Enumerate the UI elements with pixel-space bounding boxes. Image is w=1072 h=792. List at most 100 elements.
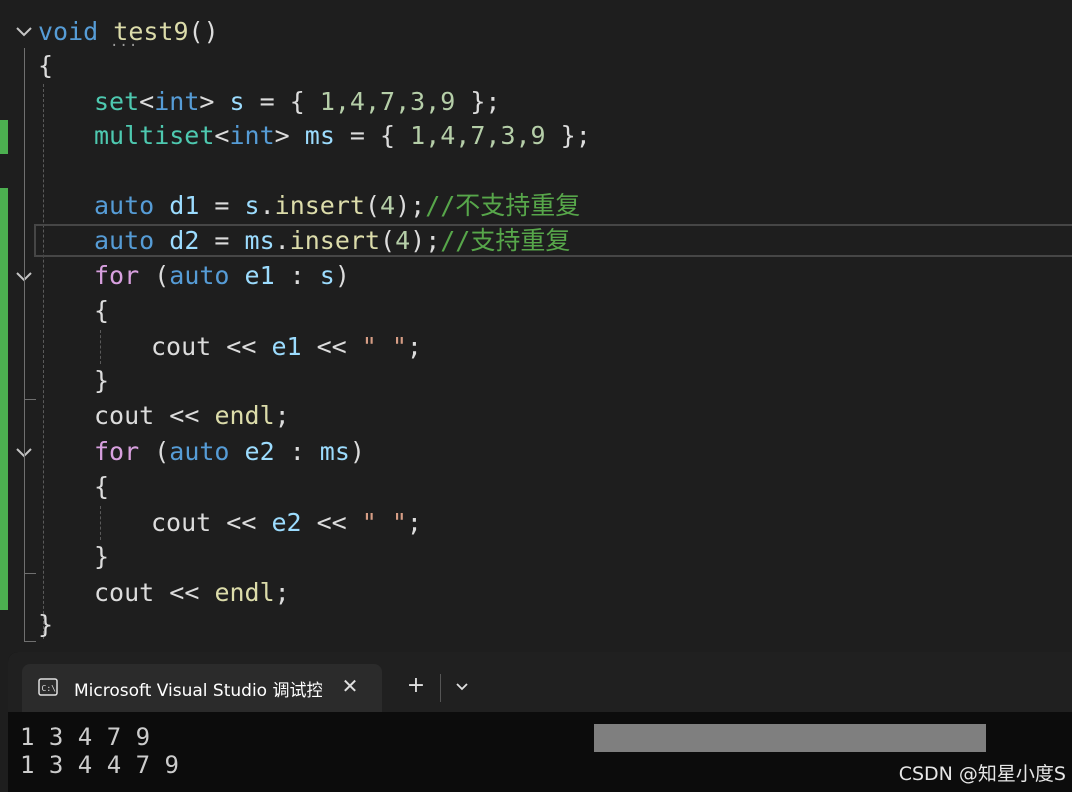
brace: }: [94, 366, 110, 395]
op: );: [395, 191, 426, 220]
code-line[interactable]: for (auto e2 : ms): [94, 434, 365, 469]
console-icon: C:\: [38, 678, 58, 696]
op: (: [380, 226, 396, 255]
method: insert: [274, 191, 365, 220]
type: set: [94, 87, 140, 116]
code-line[interactable]: {: [38, 48, 53, 83]
fold-chevron-icon[interactable]: [13, 20, 35, 42]
svg-text:C:\: C:\: [42, 684, 57, 693]
code-line[interactable]: cout << e2 << " ";: [151, 505, 422, 540]
keyword: auto: [169, 261, 230, 290]
code-line[interactable]: {: [94, 293, 109, 328]
variable: e2: [229, 437, 275, 466]
op: .: [274, 226, 290, 255]
close-icon[interactable]: ✕: [338, 674, 362, 698]
plus-icon[interactable]: +: [404, 674, 428, 698]
comment: //不支持重复: [425, 191, 581, 220]
identifier: endl: [214, 401, 275, 430]
op: =: [199, 191, 245, 220]
indent-guide: [100, 330, 101, 364]
variable: d2: [154, 226, 200, 255]
indent-guide: [100, 506, 101, 540]
code-editor[interactable]: void test9() ··· { set<int> s = { 1,4,7,…: [0, 0, 1072, 652]
end: };: [545, 121, 591, 150]
end: };: [455, 87, 501, 116]
code-line[interactable]: {: [94, 469, 109, 504]
op: );: [410, 226, 441, 255]
op: .: [259, 191, 275, 220]
op: ;: [274, 401, 290, 430]
op: =: [199, 226, 245, 255]
values: 1,4,7,3,9: [319, 87, 456, 116]
string: " ": [361, 332, 407, 361]
type: multiset: [94, 121, 215, 150]
identifier: cout: [151, 508, 212, 537]
variable: ms: [319, 437, 350, 466]
keyword: auto: [169, 437, 230, 466]
identifier: cout: [151, 332, 212, 361]
indent-guide: [24, 460, 25, 574]
terminal-tab[interactable]: C:\ Microsoft Visual Studio 调试控制台 ✕: [22, 664, 382, 712]
identifier: cout: [94, 578, 155, 607]
parens: (): [188, 17, 219, 46]
brace: {: [94, 296, 110, 325]
code-line[interactable]: for (auto e1 : s): [94, 258, 350, 293]
indent-guide: [43, 84, 44, 639]
template: <int>: [214, 121, 290, 150]
code-line[interactable]: }: [94, 539, 109, 574]
decl: ms = {: [304, 121, 411, 150]
code-line[interactable]: }: [94, 363, 109, 398]
decl: s = {: [229, 87, 320, 116]
variable: e1: [229, 261, 275, 290]
op: <<: [154, 578, 215, 607]
code-line[interactable]: set<int> s = { 1,4,7,3,9 };: [94, 84, 500, 119]
code-line[interactable]: cout << e1 << " ";: [151, 329, 422, 364]
identifier: cout: [94, 401, 155, 430]
redaction-box: [594, 724, 986, 752]
op: (: [139, 437, 170, 466]
template: <int>: [139, 87, 215, 116]
comment: //支持重复: [440, 226, 571, 255]
keyword: auto: [94, 191, 155, 220]
code-line[interactable]: multiset<int> ms = { 1,4,7,3,9 };: [94, 118, 591, 153]
op: :: [274, 261, 320, 290]
indent-guide: [24, 399, 36, 400]
op: <<: [301, 508, 362, 537]
number: 4: [380, 191, 396, 220]
indent-guide: [24, 573, 36, 574]
tab-title: Microsoft Visual Studio 调试控制台: [74, 681, 322, 701]
brace: {: [94, 472, 110, 501]
brace: {: [38, 51, 54, 80]
number: 4: [395, 226, 411, 255]
variable: ms: [244, 226, 275, 255]
op: (: [364, 191, 381, 220]
brace: }: [38, 610, 54, 639]
code-line[interactable]: cout << endl;: [94, 398, 290, 433]
change-indicator: [0, 188, 8, 610]
op: ): [349, 437, 365, 466]
watermark: CSDN @知星小度S: [898, 763, 1066, 785]
method: insert: [289, 226, 381, 255]
console-output-line: 1 3 4 4 7 9: [20, 751, 179, 779]
op: :: [274, 437, 320, 466]
console-output-line: 1 3 4 7 9: [20, 723, 151, 751]
variable: s: [319, 261, 335, 290]
variable: e2: [271, 508, 302, 537]
code-line[interactable]: auto d1 = s.insert(4);//不支持重复: [94, 188, 580, 223]
chevron-down-icon[interactable]: [452, 676, 472, 696]
terminal-tab-bar: C:\ Microsoft Visual Studio 调试控制台 ✕ +: [8, 652, 1072, 712]
indent-guide: [24, 284, 25, 400]
keyword: for: [94, 437, 140, 466]
keyword: for: [94, 261, 140, 290]
code-line-current[interactable]: auto d2 = ms.insert(4);//支持重复: [94, 223, 570, 258]
variable: s: [244, 191, 260, 220]
code-line[interactable]: cout << endl;: [94, 575, 290, 610]
variable: e1: [271, 332, 302, 361]
op: ;: [274, 578, 290, 607]
op: ): [334, 261, 350, 290]
values: 1,4,7,3,9: [410, 121, 546, 150]
op: ;: [406, 332, 422, 361]
keyword: auto: [94, 226, 155, 255]
indent-guide: [24, 641, 36, 642]
code-line[interactable]: }: [38, 607, 53, 642]
